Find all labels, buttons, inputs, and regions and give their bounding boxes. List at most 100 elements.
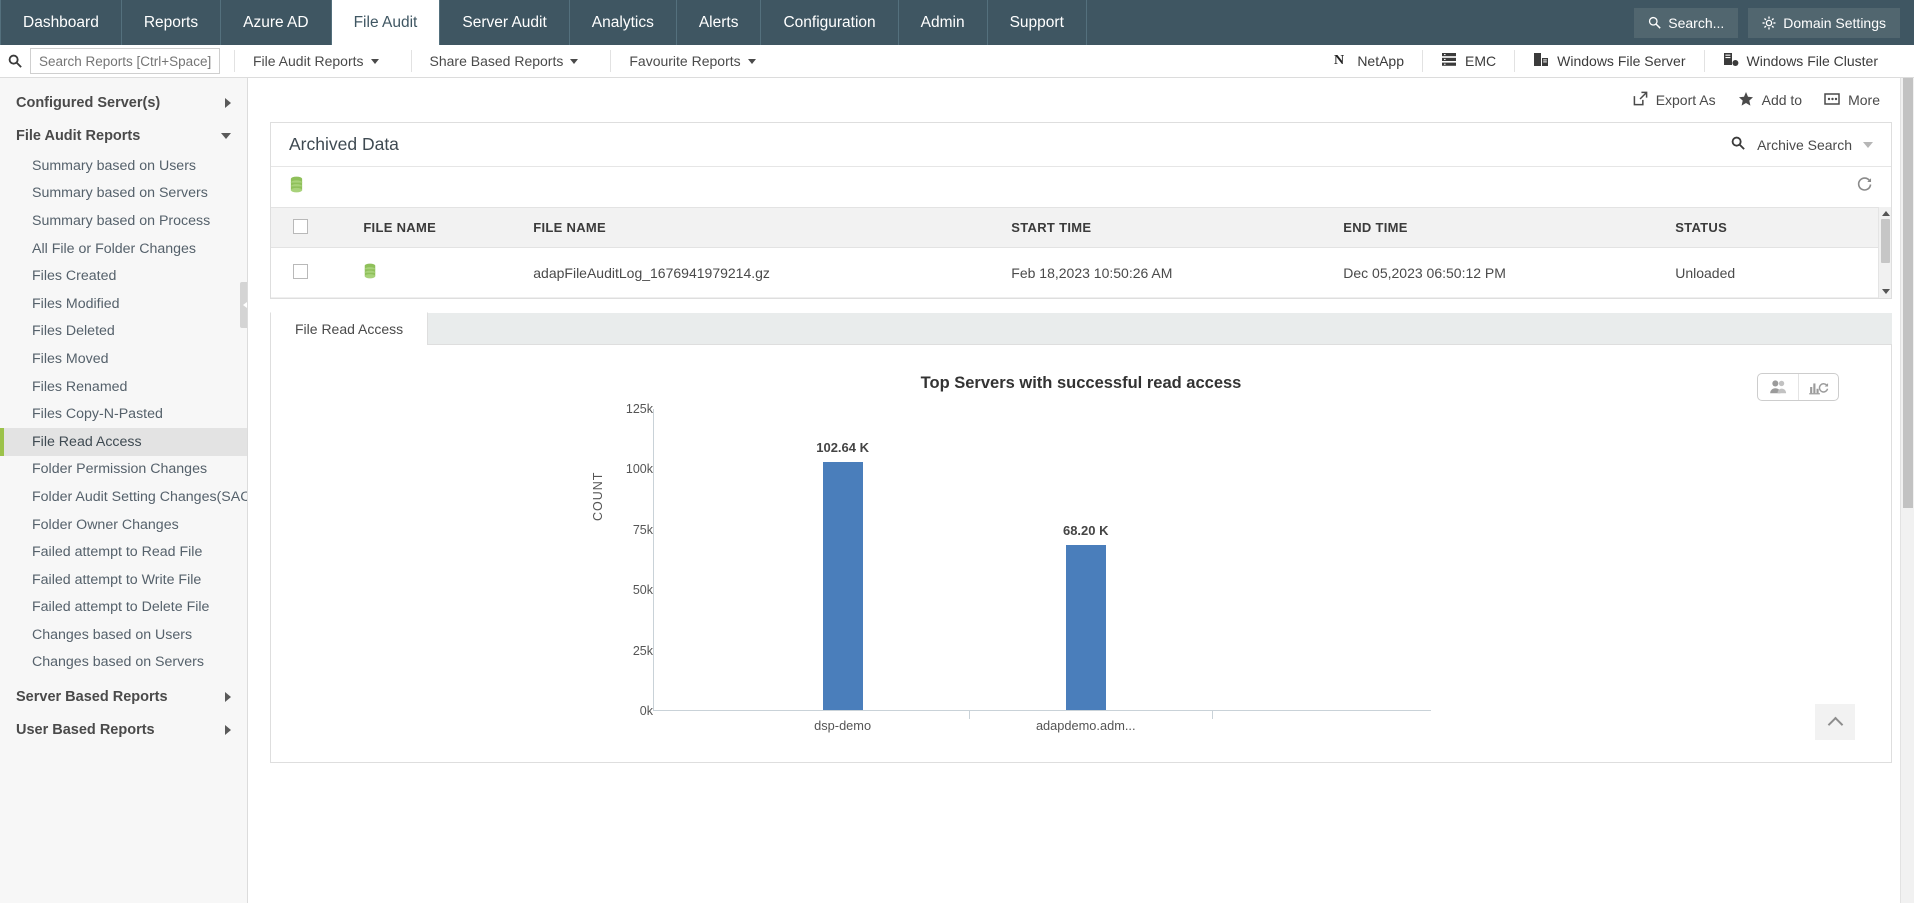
archived-data-panel: Archived Data Archive Search — [270, 122, 1892, 299]
chevron-right-icon — [225, 692, 231, 702]
nav-tab-dashboard[interactable]: Dashboard — [0, 0, 122, 45]
sidebar-item-files-modified[interactable]: Files Modified — [0, 290, 247, 318]
column-header-end-time[interactable]: END TIME — [1333, 208, 1665, 248]
sidebar-item-file-read-access[interactable]: File Read Access — [0, 428, 247, 456]
dropdown-file-audit-reports[interactable]: File Audit Reports — [234, 50, 397, 72]
sidebar-item-files-copy-n-pasted[interactable]: Files Copy-N-Pasted — [0, 400, 247, 428]
caret-down-icon — [748, 59, 756, 64]
page-scroll-thumb[interactable] — [1903, 78, 1913, 508]
nav-tab-support[interactable]: Support — [988, 0, 1087, 45]
star-icon — [1738, 91, 1754, 110]
more-button[interactable]: More — [1824, 92, 1880, 109]
export-as-button[interactable]: Export As — [1633, 91, 1716, 109]
archived-data-header: Archived Data Archive Search — [271, 123, 1891, 167]
sidebar-group-file-audit-reports[interactable]: File Audit Reports — [0, 119, 247, 152]
caret-down-icon — [371, 59, 379, 64]
content-action-bar: Export As Add to More — [270, 78, 1892, 122]
sidebar-item-all-file-or-folder-changes[interactable]: All File or Folder Changes — [0, 235, 247, 263]
sidebar-item-summary-based-on-users[interactable]: Summary based on Users — [0, 152, 247, 180]
refresh-icon — [1856, 176, 1873, 198]
sidebar-group-server-based-reports[interactable]: Server Based Reports — [0, 680, 247, 713]
bar-1[interactable] — [1066, 545, 1106, 710]
nav-tab-azure-ad[interactable]: Azure AD — [221, 0, 331, 45]
dropdown-favourite-reports[interactable]: Favourite Reports — [610, 50, 773, 72]
column-header-file-name[interactable]: FILE NAME — [523, 208, 1001, 248]
grid-scroll-down-arrow[interactable] — [1879, 285, 1892, 298]
chevron-right-icon — [225, 725, 231, 735]
global-search-button[interactable]: Search... — [1634, 8, 1738, 38]
page-scrollbar[interactable] — [1900, 78, 1914, 903]
more-icon — [1824, 92, 1840, 109]
sidebar-item-summary-based-on-servers[interactable]: Summary based on Servers — [0, 180, 247, 208]
nav-tab-analytics[interactable]: Analytics — [570, 0, 677, 45]
users-chart-icon[interactable] — [1758, 374, 1798, 400]
sidebar-group-configured-servers[interactable]: Configured Server(s) — [0, 86, 247, 119]
x-axis-tick-label: adapdemo.adm... — [1036, 718, 1136, 733]
grid-scrollbar[interactable] — [1878, 207, 1891, 298]
sidebar-item-folder-permission-changes[interactable]: Folder Permission Changes — [0, 456, 247, 484]
dropdown-share-based-reports[interactable]: Share Based Reports — [411, 50, 597, 72]
refresh-grid-button[interactable] — [1856, 176, 1873, 198]
row-checkbox[interactable] — [293, 264, 308, 279]
tab-file-read-access[interactable]: File Read Access — [270, 312, 428, 345]
bar-chart: COUNT 0k25k50k75k100k125k 102.64 Kdsp-de… — [591, 403, 1571, 733]
sidebar-item-failed-attempt-to-delete-file[interactable]: Failed attempt to Delete File — [0, 594, 247, 622]
storage-filter-emc[interactable]: EMC — [1422, 50, 1514, 72]
storage-filter-label: Windows File Cluster — [1747, 53, 1878, 69]
grid-scroll-thumb[interactable] — [1881, 219, 1890, 263]
domain-settings-button[interactable]: Domain Settings — [1748, 8, 1900, 38]
windows-file-cluster-icon — [1723, 52, 1739, 70]
nav-tab-configuration[interactable]: Configuration — [761, 0, 898, 45]
column-header-start-time[interactable]: START TIME — [1001, 208, 1333, 248]
database-icon — [363, 266, 377, 282]
nav-tab-admin[interactable]: Admin — [899, 0, 988, 45]
y-axis-tick-label: 25k — [597, 644, 653, 658]
sidebar-item-folder-owner-changes[interactable]: Folder Owner Changes — [0, 511, 247, 539]
sidebar-item-files-renamed[interactable]: Files Renamed — [0, 373, 247, 401]
sidebar-item-failed-attempt-to-read-file[interactable]: Failed attempt to Read File — [0, 538, 247, 566]
sidebar-item-folder-audit-setting-changes-sacl[interactable]: Folder Audit Setting Changes(SACL) — [0, 483, 247, 511]
report-toolbar-left: File Audit Reports Share Based Reports Fav… — [0, 45, 774, 77]
nav-tab-file-audit[interactable]: File Audit — [332, 0, 441, 45]
svg-text:N: N — [1334, 52, 1344, 67]
sidebar-item-files-created[interactable]: Files Created — [0, 262, 247, 290]
nav-tab-reports[interactable]: Reports — [122, 0, 221, 45]
export-icon — [1633, 91, 1648, 109]
sidebar-item-changes-based-on-users[interactable]: Changes based on Users — [0, 621, 247, 649]
add-to-button[interactable]: Add to — [1738, 91, 1802, 110]
sidebar-group-label: Configured Server(s) — [16, 95, 160, 111]
nav-tab-server-audit[interactable]: Server Audit — [440, 0, 569, 45]
bar-value-label: 102.64 K — [816, 440, 869, 455]
sidebar-collapse-handle[interactable] — [240, 282, 248, 328]
chevron-down-icon — [1863, 142, 1873, 148]
global-search-label: Search... — [1668, 15, 1724, 31]
chart-panel: Top Servers with successful read access — [270, 345, 1892, 763]
archive-search-button[interactable]: Archive Search — [1731, 136, 1873, 154]
table-row[interactable]: adapFileAuditLog_1676941979214.gz Feb 18… — [271, 248, 1891, 298]
storage-filter-windows-file-server[interactable]: Windows File Server — [1514, 50, 1703, 72]
nav-tab-alerts[interactable]: Alerts — [677, 0, 762, 45]
y-axis-tick-label: 125k — [597, 402, 653, 416]
database-icon — [289, 176, 304, 198]
chart-refresh-icon[interactable] — [1798, 374, 1838, 400]
y-axis-line — [653, 409, 654, 711]
sidebar-item-summary-based-on-process[interactable]: Summary based on Process — [0, 207, 247, 235]
storage-filter-netapp[interactable]: NNetApp — [1316, 50, 1422, 72]
y-axis-tick-label: 100k — [597, 462, 653, 476]
search-reports-input[interactable] — [30, 48, 220, 74]
scroll-to-top-button[interactable] — [1815, 704, 1855, 740]
column-header-file-name-icon[interactable]: FILE NAME — [353, 208, 523, 248]
dropdown-label: Favourite Reports — [629, 53, 740, 69]
bar-0[interactable] — [823, 462, 863, 710]
sidebar-item-failed-attempt-to-write-file[interactable]: Failed attempt to Write File — [0, 566, 247, 594]
select-all-header — [271, 208, 353, 248]
sidebar-item-files-moved[interactable]: Files Moved — [0, 345, 247, 373]
sidebar-item-changes-based-on-servers[interactable]: Changes based on Servers — [0, 649, 247, 677]
sidebar-item-files-deleted[interactable]: Files Deleted — [0, 318, 247, 346]
chart-title: Top Servers with successful read access — [271, 345, 1891, 393]
select-all-checkbox[interactable] — [293, 219, 308, 234]
storage-filter-windows-file-cluster[interactable]: Windows File Cluster — [1704, 50, 1896, 72]
action-label: More — [1848, 92, 1880, 108]
column-header-status[interactable]: STATUS — [1665, 208, 1891, 248]
sidebar-group-user-based-reports[interactable]: User Based Reports — [0, 713, 247, 746]
